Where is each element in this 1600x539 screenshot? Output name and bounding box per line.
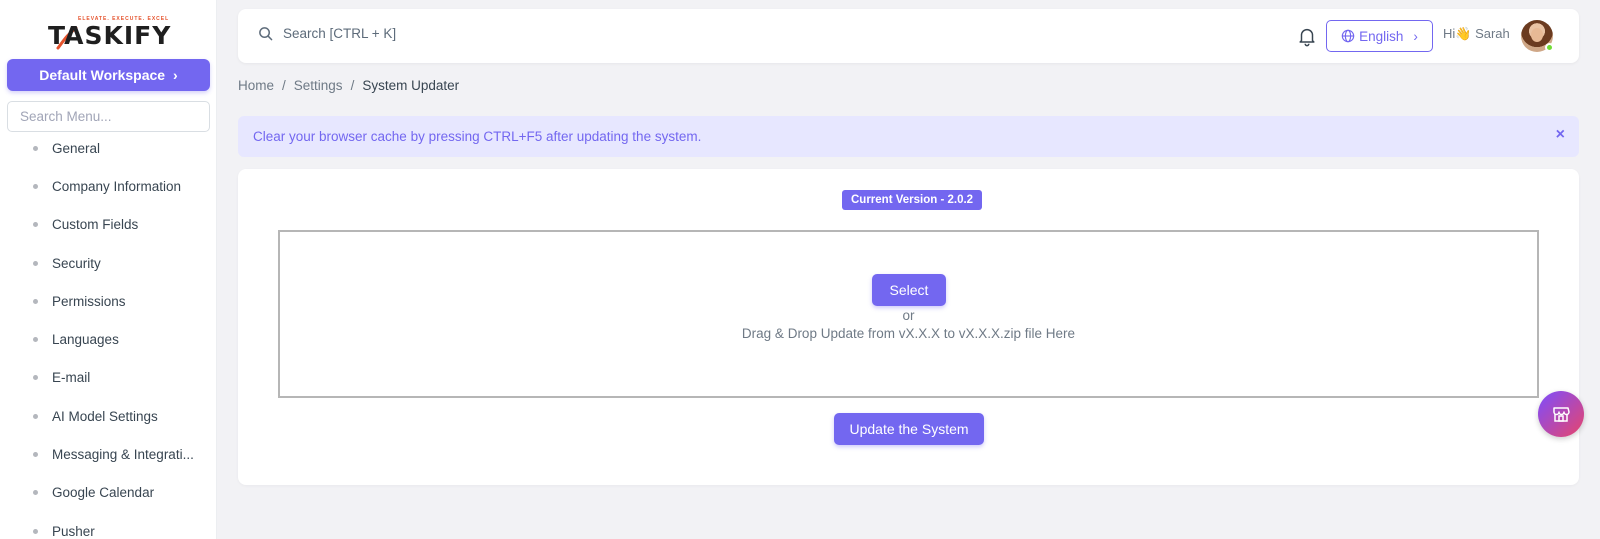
- bullet-icon: [33, 260, 38, 266]
- sidebar-item-security[interactable]: Security: [0, 244, 216, 282]
- bullet-icon: [33, 183, 38, 189]
- settings-menu: General Company Information Custom Field…: [0, 129, 216, 539]
- cache-alert: Clear your browser cache by pressing CTR…: [238, 116, 1579, 157]
- version-badge: Current Version - 2.0.2: [842, 190, 983, 210]
- sidebar-item-label: Google Calendar: [52, 485, 155, 501]
- sidebar-item-custom-fields[interactable]: Custom Fields: [0, 206, 216, 244]
- select-file-button[interactable]: Select: [872, 274, 946, 306]
- or-text: or: [902, 308, 915, 323]
- sidebar-item-permissions[interactable]: Permissions: [0, 282, 216, 320]
- bullet-icon: [33, 375, 38, 381]
- sidebar-item-ai-model-settings[interactable]: AI Model Settings: [0, 397, 216, 435]
- breadcrumb-separator: /: [350, 78, 355, 93]
- search-shortcut-text: Search [CTRL + K]: [283, 26, 397, 41]
- sidebar-item-label: Custom Fields: [52, 217, 139, 233]
- user-avatar[interactable]: [1521, 20, 1554, 52]
- menu-search-input[interactable]: [7, 101, 210, 132]
- chevron-right-icon: ›: [1413, 28, 1418, 44]
- sidebar-item-label: Company Information: [52, 178, 182, 194]
- sidebar-item-label: Pusher: [52, 523, 95, 539]
- update-system-button[interactable]: Update the System: [834, 413, 984, 445]
- breadcrumb-separator: /: [282, 78, 286, 93]
- sidebar-item-google-calendar[interactable]: Google Calendar: [0, 474, 216, 512]
- user-greeting: Hi👋 Sarah: [1443, 26, 1510, 41]
- globe-icon: [1341, 29, 1355, 43]
- search-icon: [259, 27, 273, 41]
- logo-text: TASKIFY: [48, 21, 172, 50]
- drop-instructions: Drag & Drop Update from vX.X.X to vX.X.X…: [741, 326, 1076, 341]
- breadcrumb-home[interactable]: Home: [238, 78, 274, 93]
- system-updater-card: Current Version - 2.0.2 Select or Drag &…: [238, 169, 1579, 485]
- bullet-icon: [33, 490, 38, 496]
- language-label: English: [1359, 28, 1404, 44]
- top-navbar: Search [CTRL + K] English › Hi👋 Sarah: [238, 9, 1579, 63]
- bullet-icon: [33, 298, 38, 304]
- sidebar: ELEVATE. EXECUTE. EXCEL TASKIFY Default …: [0, 0, 217, 539]
- taskify-logo[interactable]: ELEVATE. EXECUTE. EXCEL TASKIFY: [48, 14, 180, 52]
- alert-message: Clear your browser cache by pressing CTR…: [253, 129, 702, 144]
- avatar-face: [1531, 28, 1543, 42]
- sidebar-item-messaging-integrations[interactable]: Messaging & Integrati...: [0, 435, 216, 473]
- bullet-icon: [33, 222, 38, 228]
- language-button[interactable]: English ›: [1326, 20, 1433, 52]
- bullet-icon: [33, 145, 38, 151]
- chevron-right-icon: ›: [173, 67, 178, 83]
- floating-store-button[interactable]: [1538, 391, 1584, 437]
- bullet-icon: [33, 413, 38, 419]
- sidebar-item-label: Messaging & Integrati...: [52, 447, 194, 463]
- workspace-label: Default Workspace: [39, 67, 166, 83]
- close-icon[interactable]: ×: [1556, 126, 1565, 144]
- sidebar-item-email[interactable]: E-mail: [0, 359, 216, 397]
- sidebar-item-label: AI Model Settings: [52, 408, 158, 424]
- breadcrumb-current: System Updater: [362, 78, 460, 93]
- bullet-icon: [33, 452, 38, 458]
- sidebar-item-label: Languages: [52, 332, 119, 348]
- global-search[interactable]: Search [CTRL + K]: [258, 26, 396, 41]
- sidebar-item-general[interactable]: General: [0, 129, 216, 167]
- file-dropzone[interactable]: Select or Drag & Drop Update from vX.X.X…: [278, 230, 1539, 398]
- sidebar-item-company-information[interactable]: Company Information: [0, 167, 216, 205]
- sidebar-item-label: General: [52, 140, 101, 156]
- bullet-icon: [33, 337, 38, 343]
- store-icon: [1553, 407, 1570, 422]
- workspace-button[interactable]: Default Workspace ›: [7, 59, 210, 91]
- sidebar-item-label: Permissions: [52, 293, 126, 309]
- online-status-indicator: [1545, 43, 1554, 52]
- bell-icon[interactable]: [1296, 25, 1318, 47]
- sidebar-item-label: E-mail: [52, 370, 91, 386]
- bullet-icon: [33, 528, 38, 534]
- sidebar-item-languages[interactable]: Languages: [0, 320, 216, 358]
- breadcrumb: Home / Settings / System Updater: [238, 78, 459, 93]
- sidebar-item-pusher[interactable]: Pusher: [0, 512, 216, 539]
- sidebar-item-label: Security: [52, 255, 101, 271]
- breadcrumb-settings[interactable]: Settings: [294, 78, 343, 93]
